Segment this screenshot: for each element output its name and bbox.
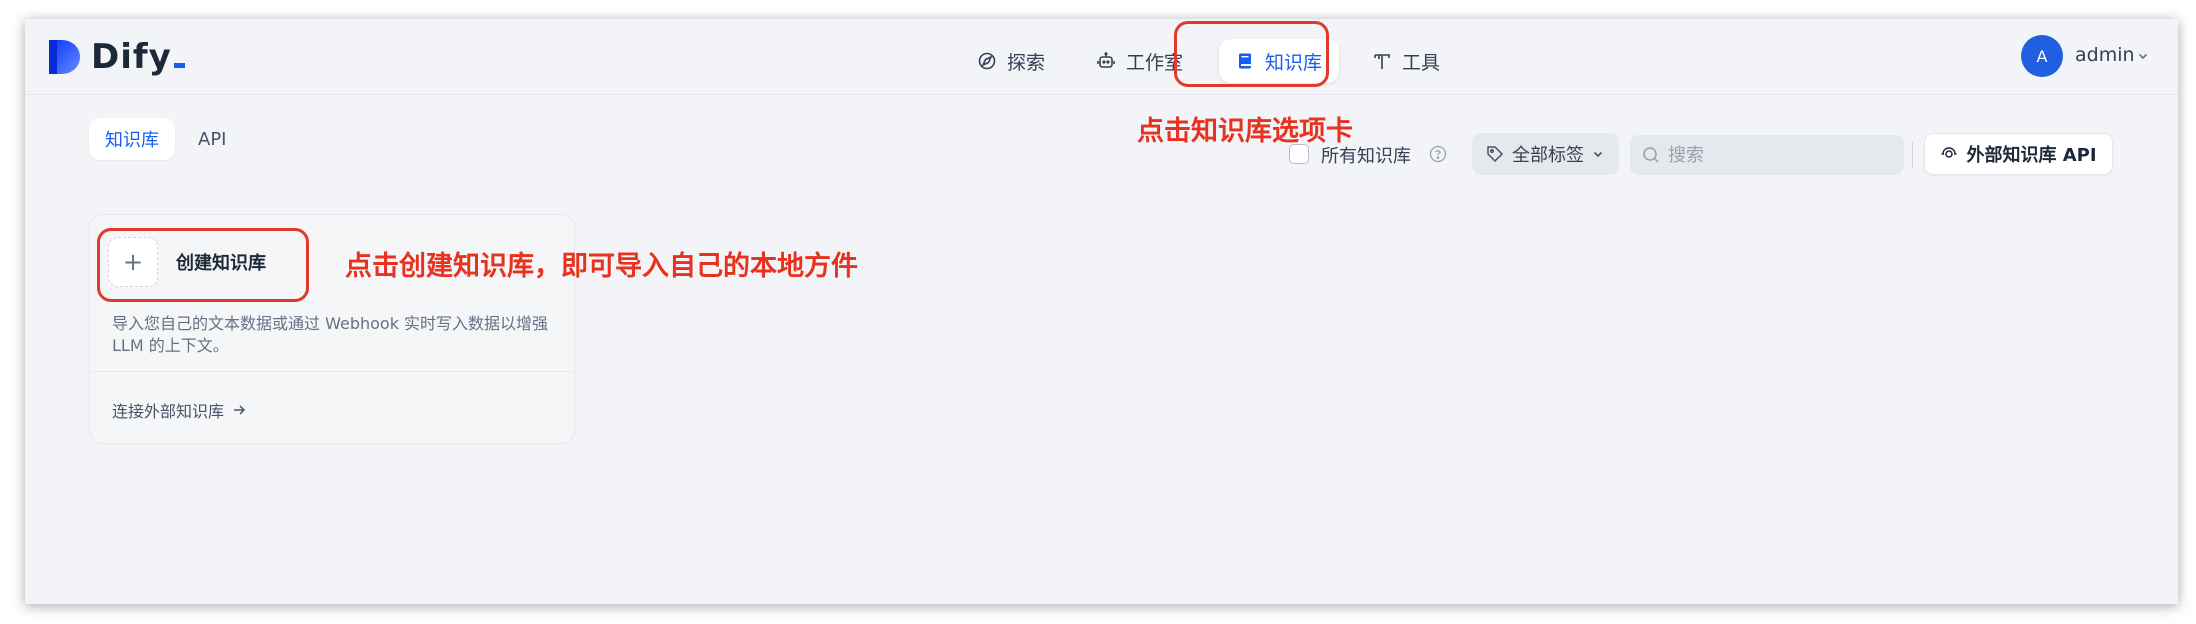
search-input[interactable] — [1668, 144, 1888, 166]
avatar[interactable]: A — [2021, 35, 2063, 77]
compass-icon — [978, 52, 996, 70]
external-api-button[interactable]: 外部知识库 API — [1924, 133, 2113, 175]
create-knowledge-button[interactable]: + 创建知识库 — [108, 237, 266, 287]
external-api-label: 外部知识库 API — [1966, 145, 2097, 166]
nav-label: 工作室 — [1126, 51, 1184, 74]
nav-item-explore[interactable]: 探索 — [961, 39, 1061, 83]
connect-external-link[interactable]: 连接外部知识库 — [112, 398, 246, 422]
nav-item-studio[interactable]: 工作室 — [1080, 39, 1199, 83]
chevron-down-icon — [1593, 151, 1603, 158]
user-name[interactable]: admin — [2075, 44, 2135, 66]
search-icon — [1643, 147, 1659, 163]
arrow-right-icon — [234, 405, 246, 415]
tag-filter-label: 全部标签 — [1512, 145, 1584, 166]
create-card-description: 导入您自己的文本数据或通过 Webhook 实时写入数据以增强 LLM 的上下文… — [112, 314, 549, 355]
card-divider — [90, 371, 574, 372]
annotation-create-hint: 点击创建知识库，即可导入自己的本地方件 — [345, 251, 858, 282]
all-datasets-checkbox[interactable] — [1289, 144, 1309, 164]
nav-label: 工具 — [1402, 51, 1441, 74]
connect-external-label: 连接外部知识库 — [112, 402, 225, 421]
api-connection-icon — [1941, 147, 1957, 158]
chevron-down-icon[interactable] — [2137, 50, 2149, 62]
robot-icon — [1097, 52, 1115, 68]
search-box[interactable] — [1630, 135, 1904, 175]
nav-item-knowledge[interactable]: 知识库 — [1219, 39, 1339, 83]
subtab-knowledge[interactable]: 知识库 — [89, 118, 175, 160]
hammer-icon — [1374, 54, 1390, 69]
subtab-api[interactable]: API — [182, 118, 242, 160]
nav-item-tools[interactable]: 工具 — [1356, 39, 1456, 83]
app-window: Dify 探索 工作室 知识库 工具 A admin 知识库 API 点击知识库… — [25, 19, 2178, 604]
main-nav: 探索 工作室 知识库 工具 — [25, 19, 2178, 95]
create-knowledge-label: 创建知识库 — [176, 253, 266, 274]
nav-label: 知识库 — [1265, 51, 1323, 74]
nav-label: 探索 — [1007, 51, 1046, 74]
tag-filter-button[interactable]: 全部标签 — [1472, 133, 1619, 175]
top-header: Dify 探索 工作室 知识库 工具 A admin — [25, 19, 2178, 95]
help-circle-icon[interactable] — [1429, 145, 1447, 163]
all-datasets-label: 所有知识库 — [1321, 146, 1411, 167]
toolbar-divider — [1912, 142, 1913, 168]
book-icon — [1239, 53, 1251, 69]
tag-icon — [1487, 146, 1504, 163]
plus-icon: + — [108, 237, 158, 287]
